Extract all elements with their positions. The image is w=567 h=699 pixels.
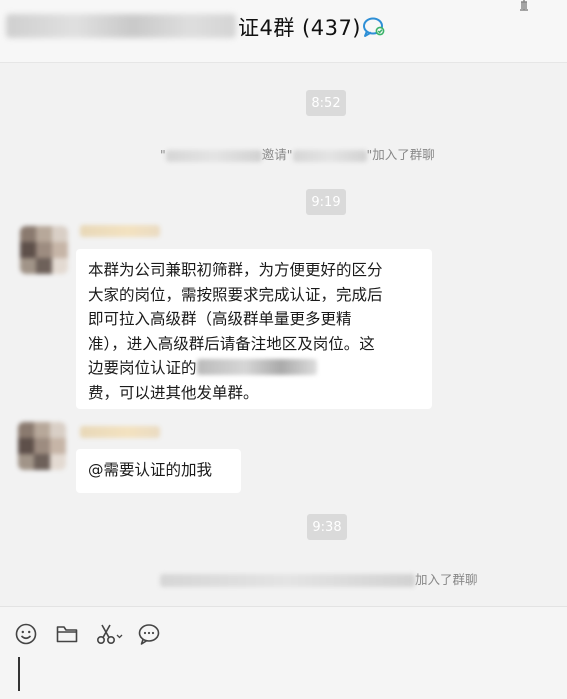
emoji-icon[interactable]	[14, 622, 38, 646]
message-line: 本群为公司兼职初筛群，为方便更好的区分	[88, 261, 383, 279]
pin-icon[interactable]	[514, 0, 534, 16]
sender-name-redacted	[80, 426, 160, 438]
message-bubble[interactable]: @需要认证的加我	[76, 449, 241, 493]
scissors-icon[interactable]	[95, 622, 123, 646]
message-line: 大家的岗位，需按照要求完成认证，完成后	[88, 285, 383, 304]
folder-icon[interactable]	[55, 622, 79, 646]
message-input-area[interactable]	[0, 607, 567, 699]
message-line-start: 边要岗位认证的	[88, 359, 197, 377]
group-title[interactable]: 证4群 (437)	[238, 12, 361, 42]
sys-quote-open: "	[160, 147, 166, 162]
sender-name-redacted	[80, 225, 160, 237]
sys-invite-text: 邀请	[261, 147, 287, 162]
group-name-redacted	[6, 14, 236, 38]
message-line: 即可拉入高级群（高级群单量更多更精	[88, 310, 352, 328]
text-caret	[18, 657, 20, 691]
chat-history-icon[interactable]	[137, 622, 161, 646]
timestamp-text: 8:52	[311, 95, 341, 111]
system-message-invite: " 邀请" "加入了群聊	[160, 144, 435, 163]
message-bubble[interactable]: 本群为公司兼职初筛群，为方便更好的区分 大家的岗位，需按照要求完成认证，完成后 …	[76, 249, 432, 409]
chat-bubble-icon[interactable]	[361, 14, 387, 40]
timestamp-pill: 9:19	[306, 189, 346, 215]
sys-quote-open-2: "	[286, 147, 293, 162]
invitee-name-redacted	[292, 149, 367, 162]
sys-joined-text: 加入了群聊	[415, 572, 478, 587]
timestamp-text: 9:19	[311, 194, 341, 210]
divider	[0, 606, 567, 607]
timestamp-pill: 9:38	[307, 514, 347, 540]
sys-joined-text: 加入了群聊	[372, 147, 435, 162]
system-message-joined: 加入了群聊	[160, 569, 478, 588]
avatar[interactable]	[20, 226, 68, 274]
timestamp-text: 9:38	[312, 519, 342, 535]
avatar[interactable]	[18, 422, 66, 470]
chat-header: 证4群 (437)	[0, 0, 567, 63]
message-line-with-redaction: 边要岗位认证的	[88, 356, 420, 381]
joined-names-redacted	[160, 574, 415, 587]
message-line: 费，可以进其他发单群。	[88, 383, 259, 402]
message-text: @需要认证的加我	[88, 461, 213, 479]
redacted-text	[196, 359, 317, 375]
message-line: 准），进入高级群后请备注地区及岗位。这	[88, 334, 375, 353]
timestamp-pill: 8:52	[306, 90, 346, 116]
inviter-name-redacted	[165, 149, 262, 162]
